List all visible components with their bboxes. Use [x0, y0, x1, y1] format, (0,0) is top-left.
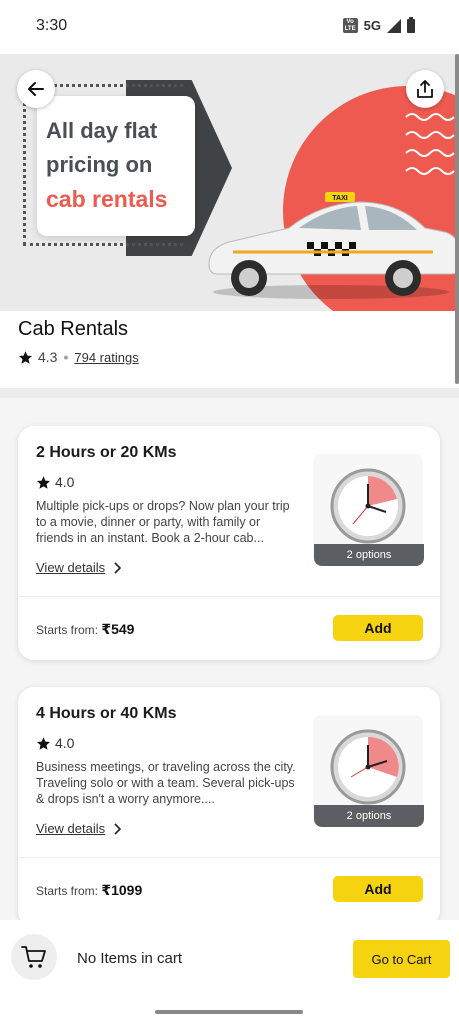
options-badge: 2 options — [314, 544, 424, 566]
network-type: 5G — [363, 18, 381, 33]
page-title: Cab Rentals — [18, 318, 129, 340]
taxi-sign-text: TAXI — [332, 195, 347, 202]
price-label: Starts from: — [36, 884, 99, 898]
hero-line-1: All day flat — [46, 118, 158, 143]
price-row: Starts from: ₹1099 — [36, 882, 142, 899]
service-title: 2 Hours or 20 KMs — [36, 444, 177, 461]
back-button[interactable] — [17, 70, 55, 108]
star-icon — [36, 736, 51, 750]
hero-line-2: pricing on — [46, 152, 153, 177]
service-rating: 4.0 — [36, 474, 74, 490]
cart-icon — [21, 946, 46, 968]
price-row: Starts from: ₹549 — [36, 621, 134, 638]
cart-bar: No Items in cart Go to Cart — [0, 920, 459, 1024]
share-button[interactable] — [406, 70, 444, 108]
battery-icon — [407, 16, 415, 33]
gesture-nav-handle[interactable] — [155, 1010, 303, 1014]
card-divider — [18, 596, 440, 597]
hero-line-3: cab rentals — [46, 186, 168, 212]
options-badge: 2 options — [314, 805, 424, 827]
view-details-label: View details — [36, 560, 106, 575]
waves-decoration — [405, 113, 455, 175]
view-details-label: View details — [36, 821, 106, 836]
status-bar: 3:30 Vo LTE 5G — [0, 0, 459, 54]
service-description: Business meetings, or traveling across t… — [36, 760, 296, 806]
view-details-link[interactable]: View details — [36, 821, 122, 836]
taxi-illustration: TAXI — [208, 192, 459, 299]
chevron-right-icon — [114, 561, 122, 574]
card-divider — [18, 857, 440, 858]
service-rating-value: 4.0 — [55, 474, 75, 490]
rating-row: 4.3 • 794 ratings — [18, 349, 139, 365]
service-rating-value: 4.0 — [55, 735, 75, 751]
view-details-link[interactable]: View details — [36, 560, 122, 575]
chevron-right-icon — [114, 822, 122, 835]
cart-status-text: No Items in cart — [77, 950, 183, 967]
volte-icon: Vo LTE — [342, 18, 358, 33]
signal-icon — [387, 18, 401, 33]
go-to-cart-button[interactable]: Go to Cart — [353, 940, 450, 978]
price-value: ₹1099 — [101, 882, 143, 898]
add-button[interactable]: Add — [333, 876, 423, 902]
service-description: Multiple pick-ups or drops? Now plan you… — [36, 499, 290, 545]
back-arrow-icon — [28, 82, 44, 96]
price-value: ₹549 — [101, 621, 135, 637]
service-header: Cab Rentals 4.3 • 794 ratings — [18, 318, 139, 365]
add-button[interactable]: Add — [333, 615, 423, 641]
service-title: 4 Hours or 40 KMs — [36, 705, 177, 722]
status-time: 3:30 — [36, 17, 68, 34]
scrollbar[interactable] — [455, 54, 459, 384]
star-icon — [36, 475, 51, 489]
service-card[interactable]: 4 Hours or 40 KMs 4.0 Business meetings,… — [18, 687, 440, 920]
cart-icon-button[interactable] — [11, 934, 57, 980]
service-card[interactable]: 2 Hours or 20 KMs 4.0 Multiple pick-ups … — [18, 426, 440, 660]
status-icons: Vo LTE 5G — [342, 16, 415, 33]
price-label: Starts from: — [36, 623, 99, 637]
section-divider — [0, 388, 459, 398]
star-icon — [18, 350, 33, 364]
hero-banner: All day flat pricing on cab rentals TAXI — [0, 54, 459, 311]
hero-promo-card: All day flat pricing on cab rentals — [37, 96, 195, 236]
service-list: 2 Hours or 20 KMs 4.0 Multiple pick-ups … — [0, 398, 459, 920]
service-rating: 4.0 — [36, 735, 74, 751]
share-icon — [417, 80, 433, 98]
ratings-count-link[interactable]: 794 ratings — [74, 350, 138, 365]
rating-separator: • — [63, 349, 69, 365]
rating-value: 4.3 — [38, 349, 58, 365]
